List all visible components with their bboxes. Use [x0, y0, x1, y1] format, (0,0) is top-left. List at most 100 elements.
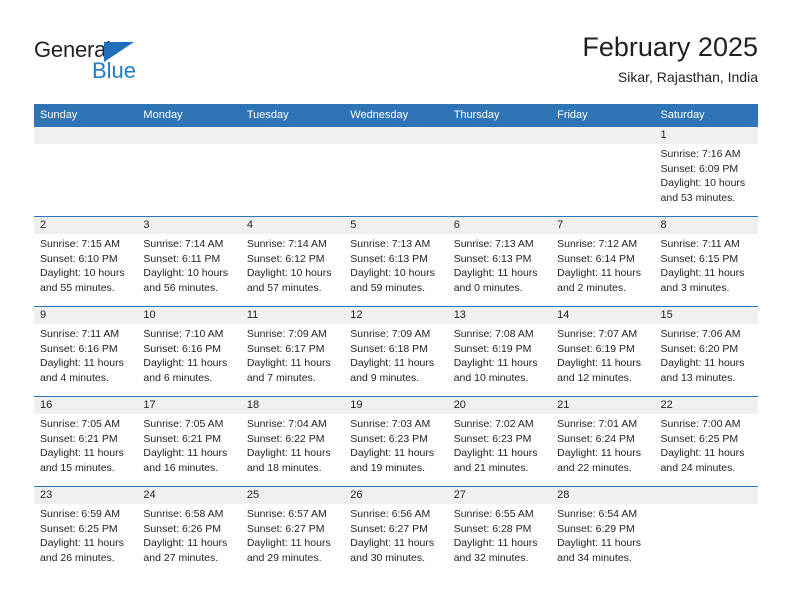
day-cell[interactable]: 16 Sunrise: 7:05 AM Sunset: 6:21 PM Dayligh… [34, 397, 138, 486]
daylight-text: Daylight: 11 hours and 15 minutes. [40, 447, 124, 474]
day-cell[interactable]: 3 Sunrise: 7:14 AM Sunset: 6:11 PM Daylight… [137, 217, 241, 306]
day-cell[interactable]: 18 Sunrise: 7:04 AM Sunset: 6:22 PM Dayligh… [240, 397, 345, 486]
sunset-text: Sunset: 6:17 PM [246, 342, 325, 355]
sunset-text: Sunset: 6:12 PM [246, 252, 325, 265]
day-number: 8 [654, 217, 758, 234]
calendar-day-cell: 14 Sunrise: 7:07 AM Sunset: 6:19 PM Dayligh… [551, 306, 655, 397]
calendar-day-cell: 20 Sunrise: 7:02 AM Sunset: 6:23 PM Dayligh… [447, 396, 552, 487]
calendar-day-cell: 5 Sunrise: 7:13 AM Sunset: 6:13 PM Daylight… [344, 216, 448, 307]
daylight-text: Daylight: 10 hours and 53 minutes. [660, 177, 746, 204]
weekday-header-tuesday: Tuesday [240, 104, 345, 127]
calendar-day-cell: 16 Sunrise: 7:05 AM Sunset: 6:21 PM Dayligh… [34, 396, 138, 487]
day-cell[interactable]: 6 Sunrise: 7:13 AM Sunset: 6:13 PM Daylight… [447, 217, 552, 306]
day-cell[interactable]: 8 Sunrise: 7:11 AM Sunset: 6:15 PM Daylight… [654, 217, 758, 306]
sunrise-text: Sunrise: 7:09 AM [246, 328, 327, 340]
calendar-day-cell: 21 Sunrise: 7:01 AM Sunset: 6:24 PM Dayligh… [551, 396, 655, 487]
sunset-text: Sunset: 6:13 PM [350, 252, 428, 265]
day-info: Sunrise: 6:59 AM Sunset: 6:25 PM Daylight:… [34, 504, 137, 565]
day-number: 2 [34, 217, 138, 234]
day-cell[interactable]: 7 Sunrise: 7:12 AM Sunset: 6:14 PM Daylight… [551, 217, 655, 306]
sunrise-text: Sunrise: 7:07 AM [557, 328, 638, 340]
sunrise-text: Sunrise: 7:16 AM [660, 148, 741, 160]
day-cell[interactable]: 21 Sunrise: 7:01 AM Sunset: 6:24 PM Dayligh… [551, 397, 655, 486]
weekday-header-friday: Friday [551, 104, 655, 127]
sunset-text: Sunset: 6:18 PM [350, 342, 428, 355]
sunrise-text: Sunrise: 7:04 AM [246, 418, 327, 430]
day-info: Sunrise: 7:05 AM Sunset: 6:21 PM Daylight:… [34, 414, 137, 475]
day-info: Sunrise: 7:03 AM Sunset: 6:23 PM Daylight:… [344, 414, 447, 475]
day-number: 23 [34, 487, 138, 504]
day-cell[interactable]: 12 Sunrise: 7:09 AM Sunset: 6:18 PM Dayligh… [344, 307, 448, 396]
day-number: 25 [240, 487, 345, 504]
day-cell[interactable]: 10 Sunrise: 7:10 AM Sunset: 6:16 PM Dayligh… [137, 307, 241, 396]
day-cell[interactable]: 17 Sunrise: 7:05 AM Sunset: 6:21 PM Dayligh… [137, 397, 241, 486]
day-cell[interactable]: 9 Sunrise: 7:11 AM Sunset: 6:16 PM Daylight… [34, 307, 138, 396]
day-cell[interactable]: 11 Sunrise: 7:09 AM Sunset: 6:17 PM Dayligh… [240, 307, 345, 396]
day-info: Sunrise: 7:05 AM Sunset: 6:21 PM Daylight:… [137, 414, 240, 475]
day-info: Sunrise: 6:58 AM Sunset: 6:26 PM Daylight:… [137, 504, 240, 565]
calendar-day-cell: 15 Sunrise: 7:06 AM Sunset: 6:20 PM Dayligh… [654, 306, 758, 397]
daylight-text: Daylight: 10 hours and 59 minutes. [350, 267, 435, 294]
day-number-band [654, 487, 758, 504]
day-cell[interactable]: 1 Sunrise: 7:16 AM Sunset: 6:09 PM Daylight… [654, 127, 758, 216]
sunset-text: Sunset: 6:28 PM [453, 522, 532, 535]
day-cell[interactable]: 28 Sunrise: 6:54 AM Sunset: 6:29 PM Dayligh… [551, 487, 655, 576]
day-cell-empty [447, 127, 552, 216]
calendar-week-row: 2 Sunrise: 7:15 AM Sunset: 6:10 PM Daylight… [34, 216, 758, 307]
daylight-text: Daylight: 11 hours and 13 minutes. [660, 357, 745, 384]
day-cell[interactable]: 25 Sunrise: 6:57 AM Sunset: 6:27 PM Dayligh… [240, 487, 345, 576]
day-info: Sunrise: 7:02 AM Sunset: 6:23 PM Daylight:… [448, 414, 551, 475]
day-cell[interactable]: 26 Sunrise: 6:56 AM Sunset: 6:27 PM Dayligh… [344, 487, 448, 576]
sunrise-text: Sunrise: 6:58 AM [143, 508, 224, 520]
calendar-day-cell-empty [654, 486, 758, 576]
calendar-day-cell: 28 Sunrise: 6:54 AM Sunset: 6:29 PM Dayligh… [551, 486, 655, 576]
day-number-band [137, 127, 241, 144]
day-cell[interactable]: 2 Sunrise: 7:15 AM Sunset: 6:10 PM Daylight… [34, 217, 138, 306]
sunset-text: Sunset: 6:16 PM [143, 342, 222, 355]
sunset-text: Sunset: 6:25 PM [660, 432, 739, 445]
generalblue-logo[interactable]: General Blue [34, 38, 154, 88]
day-cell[interactable]: 4 Sunrise: 7:14 AM Sunset: 6:12 PM Daylight… [240, 217, 345, 306]
sunrise-text: Sunrise: 7:14 AM [143, 238, 224, 250]
sunset-text: Sunset: 6:26 PM [143, 522, 222, 535]
day-number: 24 [137, 487, 241, 504]
day-cell[interactable]: 24 Sunrise: 6:58 AM Sunset: 6:26 PM Dayligh… [137, 487, 241, 576]
sunset-text: Sunset: 6:09 PM [660, 162, 739, 175]
calendar-day-cell: 6 Sunrise: 7:13 AM Sunset: 6:13 PM Daylight… [447, 216, 552, 307]
sunset-text: Sunset: 6:15 PM [660, 252, 739, 265]
day-cell[interactable]: 22 Sunrise: 7:00 AM Sunset: 6:25 PM Dayligh… [654, 397, 758, 486]
day-cell[interactable]: 20 Sunrise: 7:02 AM Sunset: 6:23 PM Dayligh… [447, 397, 552, 486]
sunset-text: Sunset: 6:27 PM [246, 522, 325, 535]
daylight-text: Daylight: 11 hours and 32 minutes. [453, 537, 538, 564]
sunset-text: Sunset: 6:23 PM [453, 432, 532, 445]
sunset-text: Sunset: 6:25 PM [40, 522, 118, 535]
sunrise-text: Sunrise: 6:59 AM [40, 508, 120, 520]
day-cell[interactable]: 19 Sunrise: 7:03 AM Sunset: 6:23 PM Dayligh… [344, 397, 448, 486]
day-info: Sunrise: 7:11 AM Sunset: 6:15 PM Daylight:… [655, 234, 758, 295]
daylight-text: Daylight: 11 hours and 21 minutes. [453, 447, 538, 474]
calendar-day-cell-empty [34, 126, 138, 217]
day-info: Sunrise: 7:15 AM Sunset: 6:10 PM Daylight:… [34, 234, 137, 295]
day-info: Sunrise: 7:08 AM Sunset: 6:19 PM Daylight:… [448, 324, 551, 385]
sunset-text: Sunset: 6:20 PM [660, 342, 739, 355]
sunrise-text: Sunrise: 7:09 AM [350, 328, 431, 340]
day-number-band [344, 127, 448, 144]
day-cell[interactable]: 15 Sunrise: 7:06 AM Sunset: 6:20 PM Dayligh… [654, 307, 758, 396]
day-cell[interactable]: 14 Sunrise: 7:07 AM Sunset: 6:19 PM Dayligh… [551, 307, 655, 396]
daylight-text: Daylight: 11 hours and 2 minutes. [557, 267, 641, 294]
weekday-header-sunday: Sunday [34, 104, 138, 127]
calendar-table: Sunday Monday Tuesday Wednesday Thursday… [34, 104, 758, 576]
day-number: 15 [654, 307, 758, 324]
day-cell[interactable]: 27 Sunrise: 6:55 AM Sunset: 6:28 PM Dayligh… [447, 487, 552, 576]
day-info: Sunrise: 7:16 AM Sunset: 6:09 PM Daylight:… [655, 144, 758, 205]
sunset-text: Sunset: 6:10 PM [40, 252, 118, 265]
calendar-week-row: 23 Sunrise: 6:59 AM Sunset: 6:25 PM Dayligh… [34, 486, 758, 576]
sunrise-text: Sunrise: 7:13 AM [453, 238, 534, 250]
day-cell[interactable]: 5 Sunrise: 7:13 AM Sunset: 6:13 PM Daylight… [344, 217, 448, 306]
day-cell[interactable]: 23 Sunrise: 6:59 AM Sunset: 6:25 PM Dayligh… [34, 487, 138, 576]
day-info: Sunrise: 7:04 AM Sunset: 6:22 PM Daylight:… [241, 414, 344, 475]
daylight-text: Daylight: 11 hours and 34 minutes. [557, 537, 641, 564]
day-cell[interactable]: 13 Sunrise: 7:08 AM Sunset: 6:19 PM Dayligh… [447, 307, 552, 396]
calendar-day-cell-empty [447, 126, 552, 217]
day-number-band [447, 127, 552, 144]
